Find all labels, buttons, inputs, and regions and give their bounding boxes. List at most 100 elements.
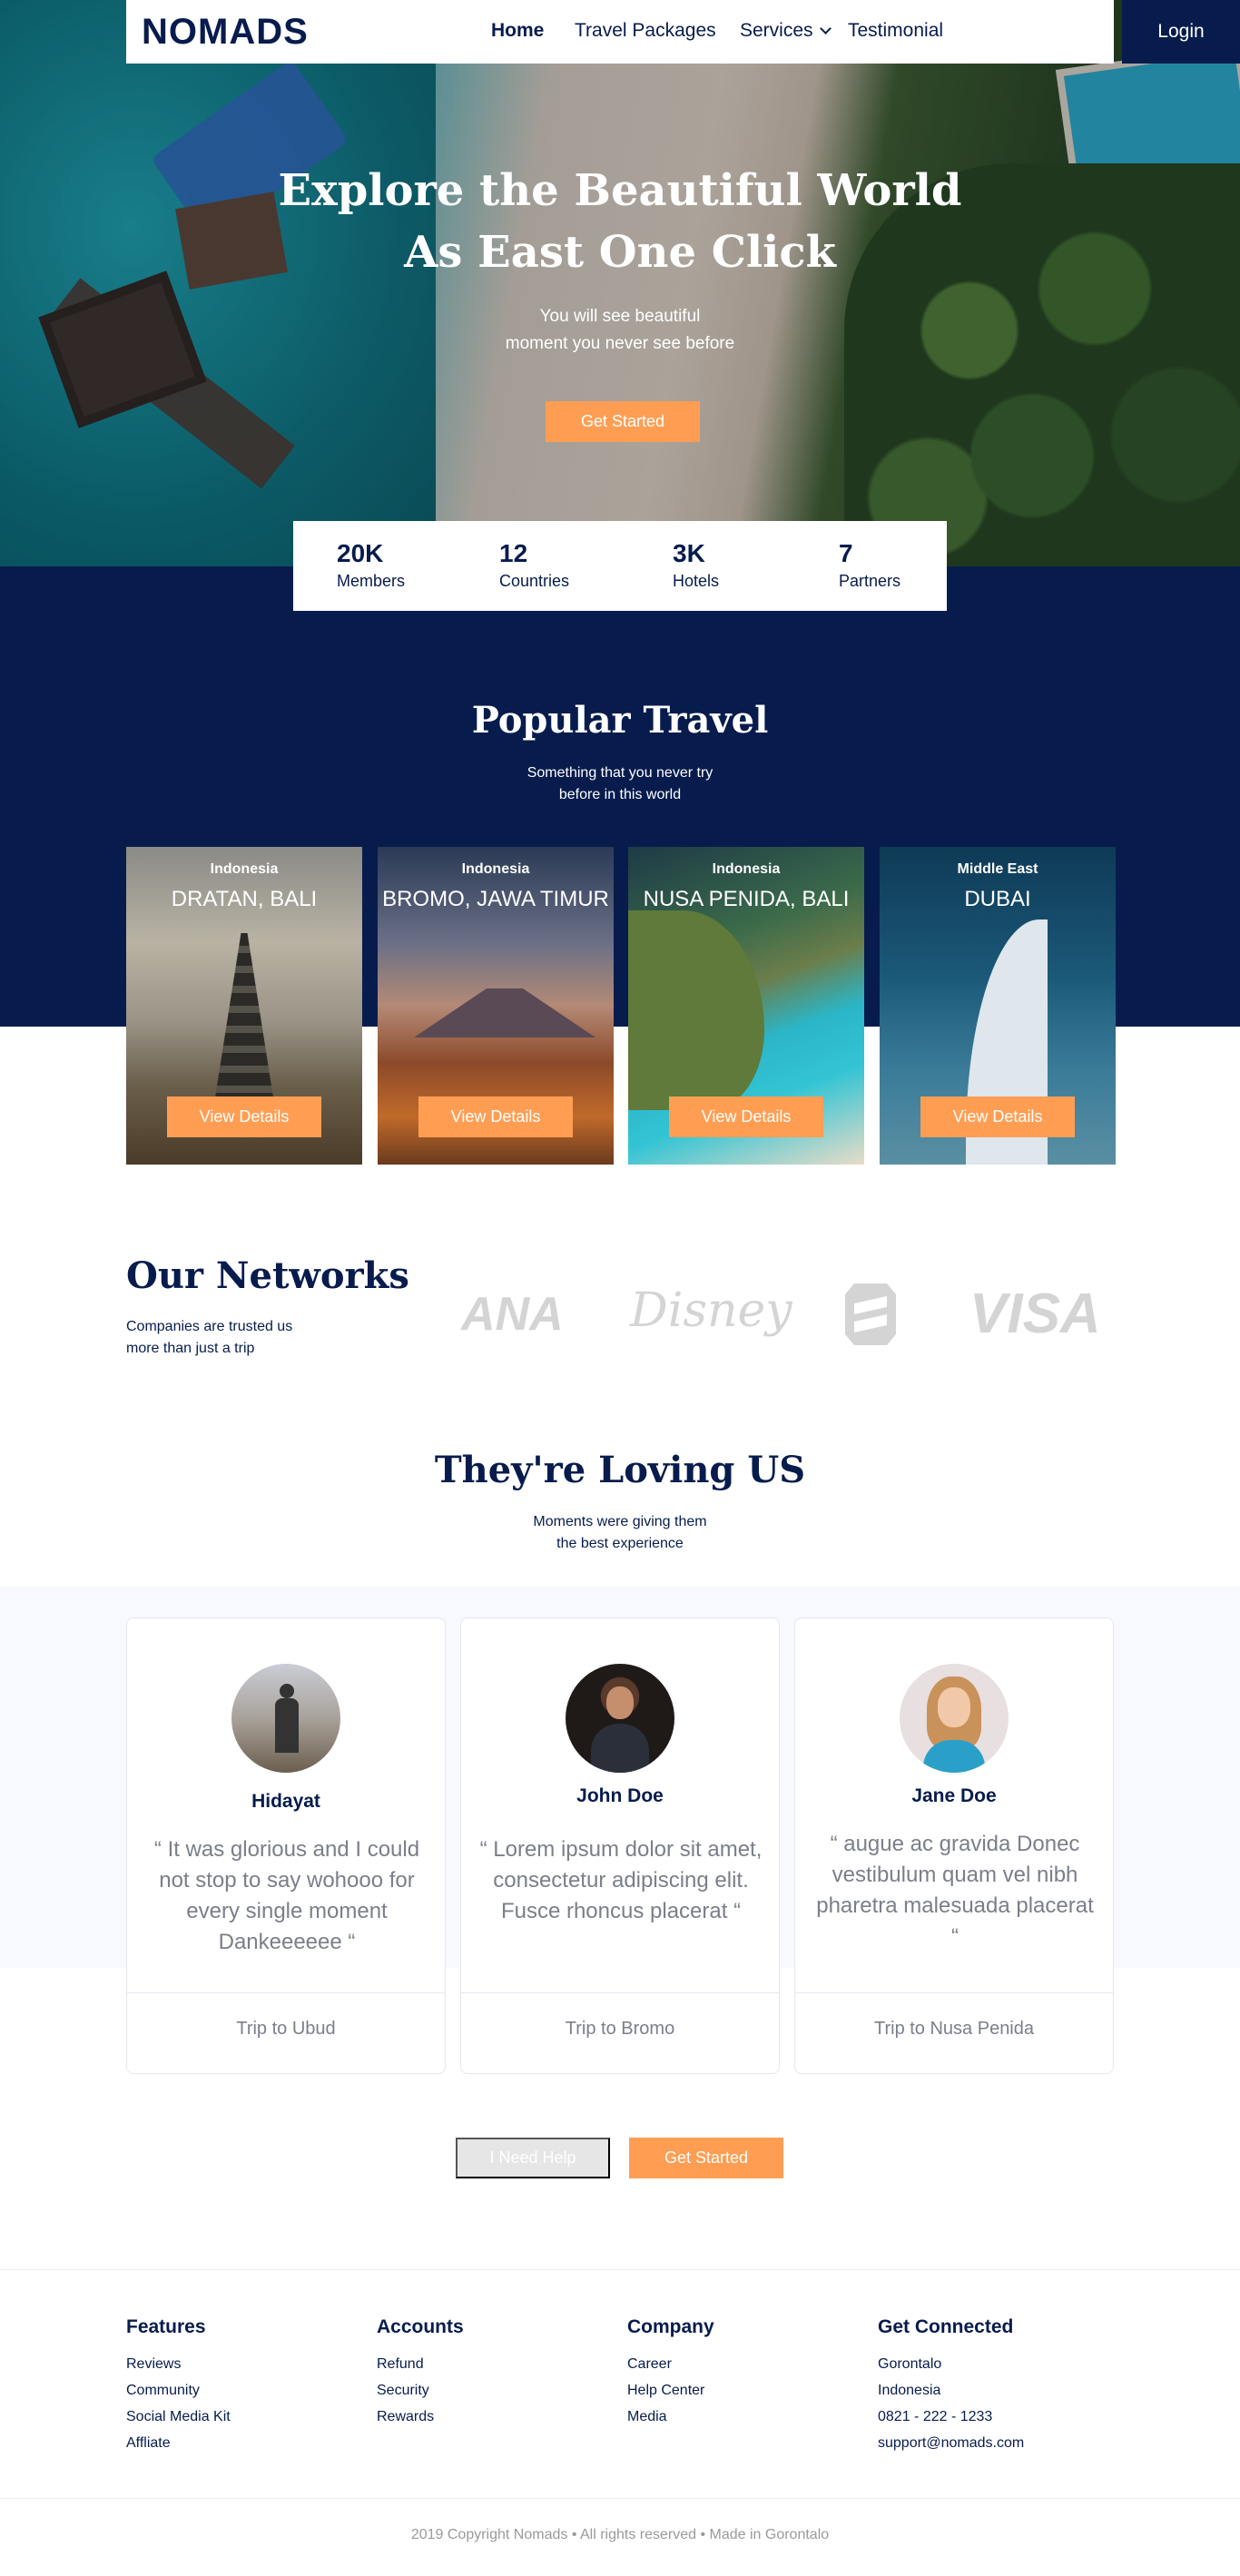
cliff-image bbox=[628, 910, 764, 1110]
card-place: BROMO, JAWA TIMUR bbox=[382, 887, 609, 911]
testimonials-subtitle-line2: the best experience bbox=[556, 1536, 684, 1551]
testimonial-name: Hidayat bbox=[251, 1791, 320, 1812]
shield-logo-icon bbox=[845, 1283, 896, 1345]
footer-column-features: Features Reviews Community Social Media … bbox=[126, 2316, 344, 2456]
stat-value: 20K bbox=[337, 539, 384, 567]
nav-item-services[interactable]: Services bbox=[740, 20, 832, 42]
login-button[interactable]: Login bbox=[1122, 0, 1240, 64]
stat-partners: 7 Partners bbox=[839, 537, 900, 592]
stat-label: Hotels bbox=[673, 572, 720, 590]
testimonial-name: Jane Doe bbox=[911, 1785, 997, 1806]
view-details-button[interactable]: View Details bbox=[920, 1096, 1075, 1137]
popular-travel-subtitle: Something that you never try before in t… bbox=[438, 762, 802, 806]
stat-hotels: 3K Hotels bbox=[673, 537, 719, 592]
footer-column-title: Accounts bbox=[377, 2316, 464, 2337]
divider bbox=[461, 1992, 779, 1993]
footer-link: Gorontalo bbox=[878, 2356, 942, 2372]
footer-link[interactable]: Community bbox=[126, 2377, 344, 2404]
testimonial-trip: Trip to Ubud bbox=[236, 2019, 336, 2039]
view-details-button[interactable]: View Details bbox=[418, 1096, 573, 1137]
footer-link[interactable]: Career bbox=[627, 2351, 845, 2377]
testimonial-name: John Doe bbox=[576, 1785, 664, 1806]
stats-bar: 20K Members 12 Countries 3K Hotels 7 Par… bbox=[293, 521, 947, 611]
avatar bbox=[566, 1664, 674, 1773]
hero-title: Explore the Beautiful World As East One … bbox=[257, 160, 983, 283]
card-country: Indonesia bbox=[210, 861, 279, 877]
footer-email[interactable]: support@nomads.com bbox=[878, 2430, 1096, 2456]
navbar: NOMADS Home Travel Packages Services Tes… bbox=[126, 0, 1240, 64]
testimonials-subtitle: Moments were giving them the best experi… bbox=[438, 1511, 802, 1555]
hero-title-line2: As East One Click bbox=[404, 227, 836, 278]
nav-item-testimonial[interactable]: Testimonial bbox=[848, 20, 943, 42]
footer-column-title: Company bbox=[627, 2316, 714, 2337]
popular-subtitle-line2: before in this world bbox=[558, 787, 682, 802]
hero-section: Explore the Beautiful World As East One … bbox=[0, 0, 1240, 566]
footer-link[interactable]: Help Center bbox=[627, 2377, 845, 2404]
get-started-button[interactable]: Get Started bbox=[629, 2138, 783, 2178]
testimonial-quote: “ Lorem ipsum dolor sit amet, consectetu… bbox=[479, 1837, 763, 1923]
avatar bbox=[231, 1664, 340, 1773]
stat-label: Members bbox=[337, 572, 406, 590]
stat-members: 20K Members bbox=[337, 537, 405, 592]
nav-item-home[interactable]: Home bbox=[491, 20, 544, 42]
popular-travel-title: Popular Travel bbox=[471, 699, 769, 742]
footer-link[interactable]: Social Media Kit bbox=[126, 2404, 344, 2430]
travel-card-nusa-penida[interactable]: Indonesia NUSA PENIDA, BALI View Details bbox=[628, 847, 864, 1165]
testimonial-card: Hidayat “ It was glorious and I could no… bbox=[126, 1617, 446, 2074]
footer-link[interactable]: Rewards bbox=[377, 2404, 595, 2430]
travel-card-dubai[interactable]: Middle East DUBAI View Details bbox=[880, 847, 1116, 1165]
need-help-button[interactable]: I Need Help bbox=[456, 2138, 610, 2178]
footer-link[interactable]: Reviews bbox=[126, 2351, 344, 2377]
card-country: Indonesia bbox=[712, 861, 781, 877]
ana-logo: ANA bbox=[461, 1288, 564, 1341]
footer-column-accounts: Accounts Refund Security Rewards bbox=[377, 2316, 595, 2430]
networks-title: Our Networks bbox=[126, 1254, 409, 1297]
stat-value: 7 bbox=[839, 539, 853, 567]
footer-link[interactable]: Media bbox=[627, 2404, 845, 2430]
card-place: NUSA PENIDA, BALI bbox=[643, 887, 850, 911]
volcano-image bbox=[414, 988, 595, 1037]
stat-label: Partners bbox=[839, 572, 901, 590]
card-place: DUBAI bbox=[964, 887, 1031, 911]
hero-subtitle-line1: You will see beautiful bbox=[539, 307, 701, 326]
travel-card-dratan-bali[interactable]: Indonesia DRATAN, BALI View Details bbox=[126, 847, 362, 1165]
footer-phone[interactable]: 0821 - 222 - 1233 bbox=[878, 2404, 1096, 2430]
footer-link[interactable]: Refund bbox=[377, 2351, 595, 2377]
popular-subtitle-line1: Something that you never try bbox=[527, 765, 713, 781]
footer-link: Indonesia bbox=[878, 2383, 941, 2398]
travel-card-bromo[interactable]: Indonesia BROMO, JAWA TIMUR View Details bbox=[378, 847, 614, 1165]
footer-column-get-connected: Get Connected Gorontalo Indonesia 0821 -… bbox=[878, 2316, 1096, 2456]
hero-get-started-button[interactable]: Get Started bbox=[546, 401, 700, 442]
stat-value: 3K bbox=[673, 539, 705, 567]
view-details-button[interactable]: View Details bbox=[669, 1096, 823, 1137]
disney-logo: Disney bbox=[630, 1283, 792, 1338]
testimonial-trip: Trip to Bromo bbox=[565, 2019, 675, 2039]
view-details-button[interactable]: View Details bbox=[167, 1096, 321, 1137]
networks-subtitle-line2: more than just a trip bbox=[126, 1341, 255, 1356]
pagoda-image bbox=[212, 933, 276, 1115]
testimonial-card: Jane Doe “ augue ac gravida Donec vestib… bbox=[794, 1617, 1114, 2074]
hero-title-line1: Explore the Beautiful World bbox=[278, 165, 962, 216]
stat-countries: 12 Countries bbox=[499, 537, 569, 592]
testimonials-title: They're Loving US bbox=[434, 1449, 806, 1491]
stat-label: Countries bbox=[499, 572, 570, 590]
footer-link[interactable]: Affliate bbox=[126, 2430, 344, 2456]
networks-subtitle-line1: Companies are trusted us bbox=[126, 1319, 293, 1334]
divider bbox=[795, 1992, 1113, 1993]
chevron-down-icon bbox=[819, 23, 832, 34]
card-country: Indonesia bbox=[461, 861, 530, 877]
copyright-text: 2019 Copyright Nomads • All rights reser… bbox=[410, 2527, 830, 2542]
hero-subtitle: You will see beautiful moment you never … bbox=[393, 303, 847, 358]
divider bbox=[127, 1992, 445, 1993]
nav-item-travel-packages[interactable]: Travel Packages bbox=[575, 20, 716, 42]
networks-subtitle: Companies are trusted us more than just … bbox=[126, 1316, 362, 1360]
testimonial-quote: “ augue ac gravida Donec vestibulum quam… bbox=[816, 1832, 1094, 1949]
testimonial-trip: Trip to Nusa Penida bbox=[873, 2019, 1034, 2039]
footer-divider bbox=[0, 2498, 1240, 2499]
logo[interactable]: NOMADS bbox=[142, 12, 309, 53]
avatar bbox=[900, 1664, 1009, 1773]
footer-column-company: Company Career Help Center Media bbox=[627, 2316, 845, 2430]
footer-link[interactable]: Security bbox=[377, 2377, 595, 2404]
hero-overlay bbox=[0, 0, 1240, 566]
card-country: Middle East bbox=[957, 861, 1038, 877]
